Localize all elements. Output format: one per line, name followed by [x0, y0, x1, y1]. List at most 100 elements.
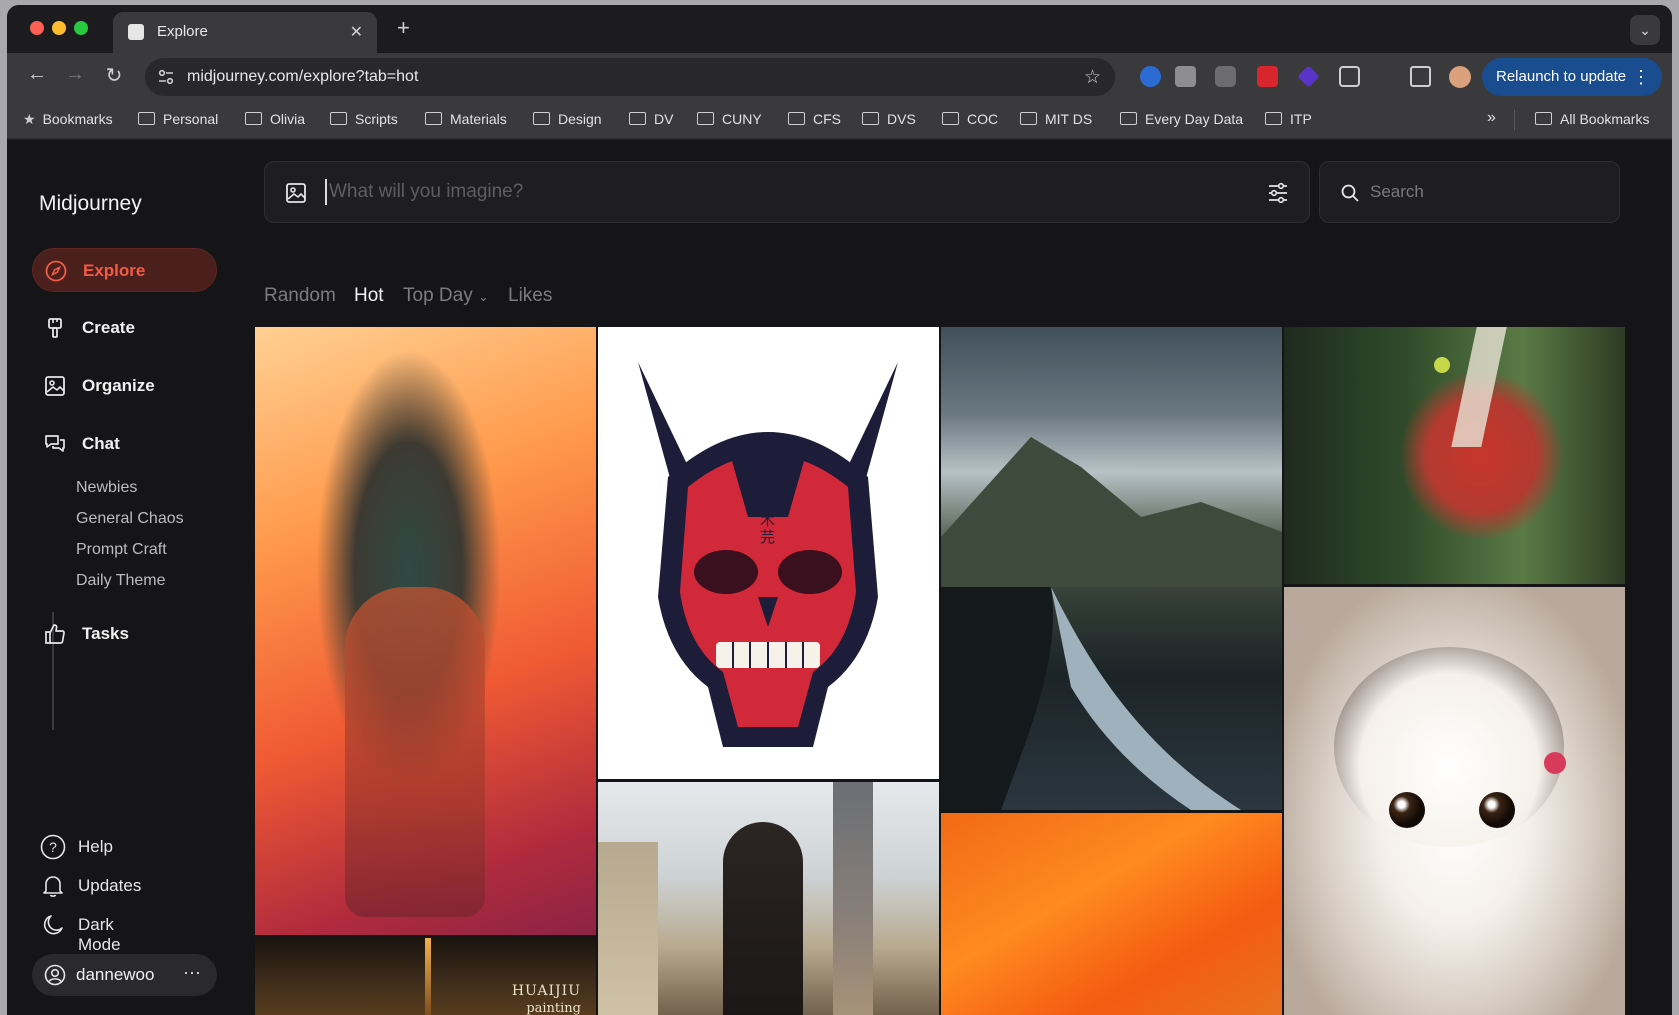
bookmark-folder[interactable]: CFS [788, 111, 841, 127]
maximize-window-button[interactable] [74, 21, 88, 35]
folder-icon [788, 112, 805, 125]
channel-newbies[interactable]: Newbies [76, 479, 137, 497]
all-bookmarks-label: All Bookmarks [1560, 111, 1650, 127]
bookmark-folder[interactable]: COC [942, 111, 998, 127]
imagine-prompt-input[interactable] [325, 179, 1205, 205]
updates-label: Updates [78, 876, 142, 895]
profile-avatar[interactable] [1449, 66, 1471, 88]
bookmark-star-icon[interactable]: ☆ [1084, 66, 1101, 89]
all-bookmarks-folder[interactable]: All Bookmarks [1535, 111, 1649, 127]
bookmark-folder[interactable]: ITP [1265, 111, 1312, 127]
prompt-bar [264, 161, 1310, 223]
bookmarks-star-item[interactable]: ★ Bookmarks [23, 111, 113, 128]
svg-text:?: ? [49, 839, 57, 855]
channel-daily-theme[interactable]: Daily Theme [76, 572, 166, 590]
user-account[interactable]: dannewoo ··· [32, 954, 217, 996]
sidebar-item-chat[interactable]: Chat [32, 422, 217, 466]
extension-1-icon[interactable] [1140, 66, 1161, 87]
light-streak [425, 938, 431, 1015]
biker-figure [723, 822, 803, 1015]
channel-general-chaos[interactable]: General Chaos [76, 510, 184, 528]
tab-top-day[interactable]: Top Day ⌄ [403, 285, 489, 307]
diamond-extension-icon[interactable] [1297, 65, 1320, 88]
kitten-left-eye [1389, 792, 1425, 828]
dark-mode-label: Dark Mode [78, 915, 121, 954]
minimize-window-button[interactable] [52, 21, 66, 35]
search-input[interactable] [1370, 180, 1600, 204]
folder-icon [862, 112, 879, 125]
sidebar-item-organize[interactable]: Organize [32, 364, 217, 408]
close-window-button[interactable] [30, 21, 44, 35]
compass-icon [45, 260, 67, 282]
sidebar-item-label: Create [82, 318, 135, 337]
bookmark-folder[interactable]: MIT DS [1020, 111, 1092, 127]
chevron-down-icon: ⌄ [477, 289, 489, 304]
image-caption-subtitle: painting [526, 1001, 581, 1015]
reload-icon[interactable]: ↻ [100, 63, 128, 88]
browser-tab[interactable]: Explore ✕ [113, 12, 377, 53]
channel-prompt-craft[interactable]: Prompt Craft [76, 541, 167, 559]
bookmark-folder[interactable]: Scripts [330, 111, 398, 127]
site-settings-icon[interactable] [157, 68, 175, 86]
folder-icon [1265, 112, 1282, 125]
red-skull-illustration [638, 362, 898, 747]
tab-random[interactable]: Random [264, 285, 336, 307]
camera-extension-icon[interactable] [1215, 66, 1236, 87]
moon-icon [43, 915, 63, 935]
gallery-image-mountain-river[interactable] [941, 327, 1282, 810]
puzzle-extensions-icon[interactable] [1339, 66, 1360, 87]
tab-likes[interactable]: Likes [508, 285, 552, 307]
gallery-image-biker-woman-city[interactable] [598, 782, 939, 1015]
bookmark-folder[interactable]: Every Day Data [1120, 111, 1243, 127]
back-arrow-icon[interactable]: ← [23, 63, 51, 86]
tab-search-chevron-down-icon[interactable]: ⌄ [1630, 15, 1660, 45]
gallery-image-kitten[interactable] [1284, 587, 1625, 1015]
folder-icon [1020, 112, 1037, 125]
sidebar-item-explore[interactable]: Explore [32, 248, 217, 292]
add-image-icon[interactable] [285, 182, 307, 204]
gallery-image-woman-dress[interactable] [255, 327, 596, 935]
bookmark-folder[interactable]: Olivia [245, 111, 305, 127]
star-icon: ★ [23, 111, 36, 127]
bookmark-folder[interactable]: CUNY [697, 111, 762, 127]
tab-close-icon[interactable]: ✕ [350, 22, 363, 42]
folder-icon [245, 112, 262, 125]
more-horizontal-icon[interactable]: ··· [183, 962, 201, 983]
bookmark-folder[interactable]: DV [629, 111, 673, 127]
bookmark-folder-label: DV [654, 111, 674, 127]
kitten-right-eye [1479, 792, 1515, 828]
new-tab-plus-icon[interactable]: + [397, 17, 410, 39]
gallery-image-orange-abstract[interactable] [941, 813, 1282, 1015]
arrow-extension-icon[interactable] [1257, 66, 1278, 87]
folder-icon [533, 112, 550, 125]
forward-arrow-icon[interactable]: → [61, 63, 89, 86]
bookmark-folder-label: MIT DS [1045, 111, 1093, 127]
bookmarks-bar: ★ Bookmarks Personal Olivia Scripts Mater… [7, 101, 1672, 139]
mask-glyph: 木 芫 [760, 511, 776, 546]
more-vertical-icon[interactable]: ⋮ [1632, 58, 1650, 96]
relaunch-to-update-button[interactable]: Relaunch to update ⋮ [1482, 58, 1662, 96]
browser-window: Explore ✕ + ⌄ ← → ↻ midjourney.com/explo… [7, 5, 1672, 1015]
gallery-image-huaijiu-painting[interactable]: HUAIJIU painting [255, 938, 596, 1015]
midjourney-logo[interactable]: Midjourney [39, 192, 142, 216]
folder-icon [1120, 112, 1137, 125]
bookmarks-overflow-icon[interactable]: » [1487, 109, 1496, 127]
gallery-image-red-robot-skull[interactable]: 木 芫 [598, 327, 939, 779]
help-label: Help [78, 837, 113, 856]
cast-icon[interactable] [1410, 66, 1431, 87]
gallery-image-face-paint[interactable] [1284, 327, 1625, 584]
address-bar[interactable]: midjourney.com/explore?tab=hot ☆ [145, 58, 1115, 96]
settings-sliders-icon[interactable] [1267, 182, 1289, 204]
bookmark-folder[interactable]: Materials [425, 111, 507, 127]
figure-silhouette [345, 587, 485, 917]
bookmark-folder[interactable]: Design [533, 111, 602, 127]
bookmark-folder[interactable]: DVS [862, 111, 916, 127]
folder-icon [138, 112, 155, 125]
bookmark-folder[interactable]: Personal [138, 111, 218, 127]
extension-2-icon[interactable] [1175, 66, 1196, 87]
midjourney-app: Midjourney Explore Create Organize Chat … [7, 140, 1672, 1015]
tab-hot[interactable]: Hot [354, 285, 384, 307]
bookmark-folder-label: Scripts [355, 111, 398, 127]
sidebar-item-tasks[interactable]: Tasks [32, 612, 217, 656]
sidebar-item-create[interactable]: Create [32, 306, 217, 350]
